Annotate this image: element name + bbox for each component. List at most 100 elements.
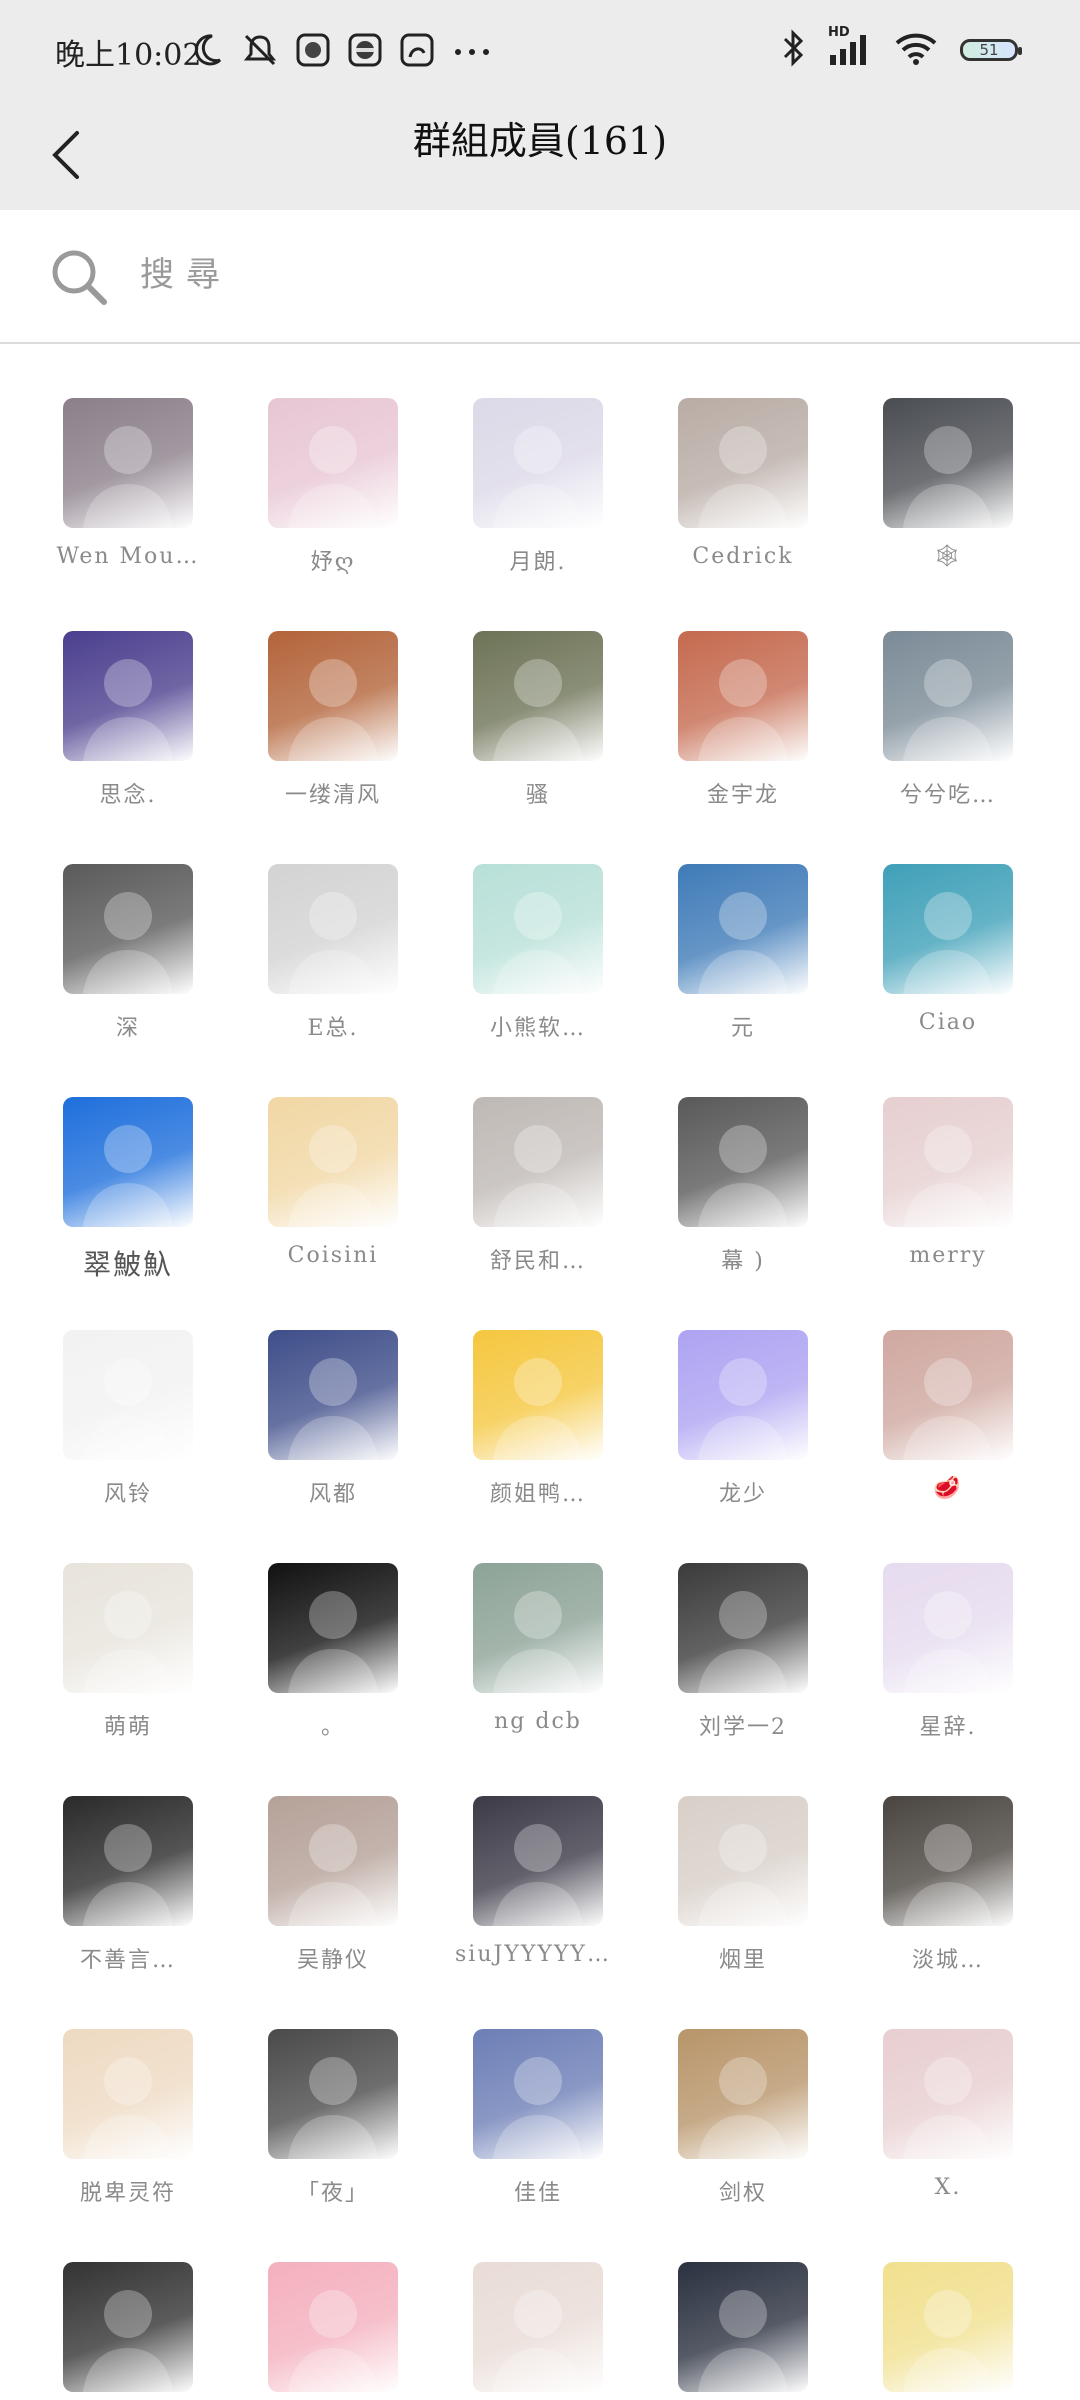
member-item[interactable]: 不善言… <box>25 1796 231 2028</box>
member-item[interactable]: Wen Mou… <box>25 398 231 630</box>
avatar <box>473 1563 603 1693</box>
member-name: 淡城… <box>911 1948 984 1973</box>
member-item[interactable]: 淡城… <box>845 1796 1051 2028</box>
person-icon <box>903 892 993 994</box>
avatar <box>63 1796 193 1926</box>
member-item[interactable]: 兮兮吃… <box>845 631 1051 863</box>
member-item[interactable]: Coisini <box>230 1097 436 1329</box>
avatar <box>473 398 603 528</box>
member-item[interactable]: E总. <box>230 864 436 1096</box>
member-name: 🥩 <box>933 1476 963 1501</box>
member-name: 骚 <box>525 783 550 808</box>
wifi-icon <box>894 29 938 71</box>
avatar <box>678 1563 808 1693</box>
member-item[interactable]: 吴静仪 <box>230 1796 436 2028</box>
member-item[interactable]: 舒民和… <box>435 1097 641 1329</box>
member-item[interactable] <box>845 2262 1051 2400</box>
member-item[interactable]: 星辞. <box>845 1563 1051 1795</box>
person-icon <box>288 426 378 528</box>
member-item[interactable]: 金宇龙 <box>640 631 846 863</box>
person-icon <box>288 1591 378 1693</box>
avatar <box>268 631 398 761</box>
person-icon <box>83 2057 173 2159</box>
avatar <box>268 2262 398 2392</box>
person-icon <box>903 1591 993 1693</box>
person-icon <box>83 1824 173 1926</box>
avatar <box>678 2262 808 2392</box>
person-icon <box>83 892 173 994</box>
person-icon <box>493 1591 583 1693</box>
avatar <box>473 1097 603 1227</box>
avatar <box>883 1796 1013 1926</box>
member-item[interactable]: X. <box>845 2029 1051 2261</box>
member-name: 舒民和… <box>489 1249 586 1274</box>
member-item[interactable]: merry <box>845 1097 1051 1329</box>
member-item[interactable]: 一缕清风 <box>230 631 436 863</box>
status-time: 晚上10:02 <box>55 38 202 73</box>
member-name: 萌萌 <box>103 1715 152 1740</box>
member-item[interactable]: 元 <box>640 864 846 1096</box>
member-item[interactable]: siuJYYYYYY~ <box>435 1796 641 2028</box>
member-name: E总. <box>307 1016 359 1041</box>
search-icon <box>52 250 107 305</box>
member-item[interactable]: 颜姐鸭… <box>435 1330 641 1562</box>
member-item[interactable] <box>640 2262 846 2400</box>
member-item[interactable]: 「夜」 <box>230 2029 436 2261</box>
member-item[interactable]: 思念. <box>25 631 231 863</box>
member-name: 风铃 <box>103 1482 152 1507</box>
member-name: 吴静仪 <box>296 1948 369 1973</box>
member-item[interactable]: 刘学一2 <box>640 1563 846 1795</box>
member-item[interactable]: 妤ღ <box>230 398 436 630</box>
person-icon <box>698 659 788 761</box>
member-item[interactable]: 🕸 <box>845 398 1051 630</box>
member-item[interactable]: ng dcb <box>435 1563 641 1795</box>
member-item[interactable]: 翠鮍魞 <box>25 1097 231 1329</box>
member-item[interactable]: Ciao <box>845 864 1051 1096</box>
search-input[interactable] <box>138 244 1022 306</box>
member-grid: Wen Mou… 妤ღ 月朗. Cedrick 🕸 思念. 一缕清风 骚 金宇龙 兮兮吃… 深 E总.… <box>0 344 1080 2400</box>
person-icon <box>288 2057 378 2159</box>
member-name: 龙少 <box>718 1482 767 1507</box>
avatar <box>63 2262 193 2392</box>
member-item[interactable]: 风都 <box>230 1330 436 1562</box>
battery-level: 51 <box>979 41 999 59</box>
avatar <box>678 1097 808 1227</box>
avatar <box>63 1097 193 1227</box>
person-icon <box>903 426 993 528</box>
member-item[interactable]: 脱卑灵符 <box>25 2029 231 2261</box>
member-item[interactable]: 风铃 <box>25 1330 231 1562</box>
member-name: 不善言… <box>79 1948 176 1973</box>
member-item[interactable]: 佳佳 <box>435 2029 641 2261</box>
member-name: 颜姐鸭… <box>489 1482 586 1507</box>
person-icon <box>288 1125 378 1227</box>
member-item[interactable]: 。 <box>230 1563 436 1795</box>
member-item[interactable]: 幕 ) <box>640 1097 846 1329</box>
person-icon <box>698 1358 788 1460</box>
member-name: 一缕清风 <box>284 783 381 808</box>
person-icon <box>83 1125 173 1227</box>
member-item[interactable]: 🥩 <box>845 1330 1051 1562</box>
person-icon <box>698 1824 788 1926</box>
member-item[interactable]: 烟里 <box>640 1796 846 2028</box>
member-item[interactable] <box>435 2262 641 2400</box>
member-item[interactable]: 龙少 <box>640 1330 846 1562</box>
member-name: Cedrick <box>692 544 794 569</box>
member-item[interactable]: 小熊软… <box>435 864 641 1096</box>
member-item[interactable] <box>25 2262 231 2400</box>
member-item[interactable]: Cedrick <box>640 398 846 630</box>
member-item[interactable]: 萌萌 <box>25 1563 231 1795</box>
member-item[interactable]: 骚 <box>435 631 641 863</box>
avatar <box>473 1796 603 1926</box>
avatar <box>883 1330 1013 1460</box>
avatar <box>678 864 808 994</box>
member-item[interactable]: 深 <box>25 864 231 1096</box>
member-name: 元 <box>730 1016 755 1041</box>
member-name: 佳佳 <box>513 2181 562 2206</box>
member-item[interactable]: 月朗. <box>435 398 641 630</box>
member-item[interactable] <box>230 2262 436 2400</box>
avatar <box>63 1330 193 1460</box>
person-icon <box>493 2057 583 2159</box>
person-icon <box>83 426 173 528</box>
member-item[interactable]: 剑权 <box>640 2029 846 2261</box>
avatar <box>268 1330 398 1460</box>
